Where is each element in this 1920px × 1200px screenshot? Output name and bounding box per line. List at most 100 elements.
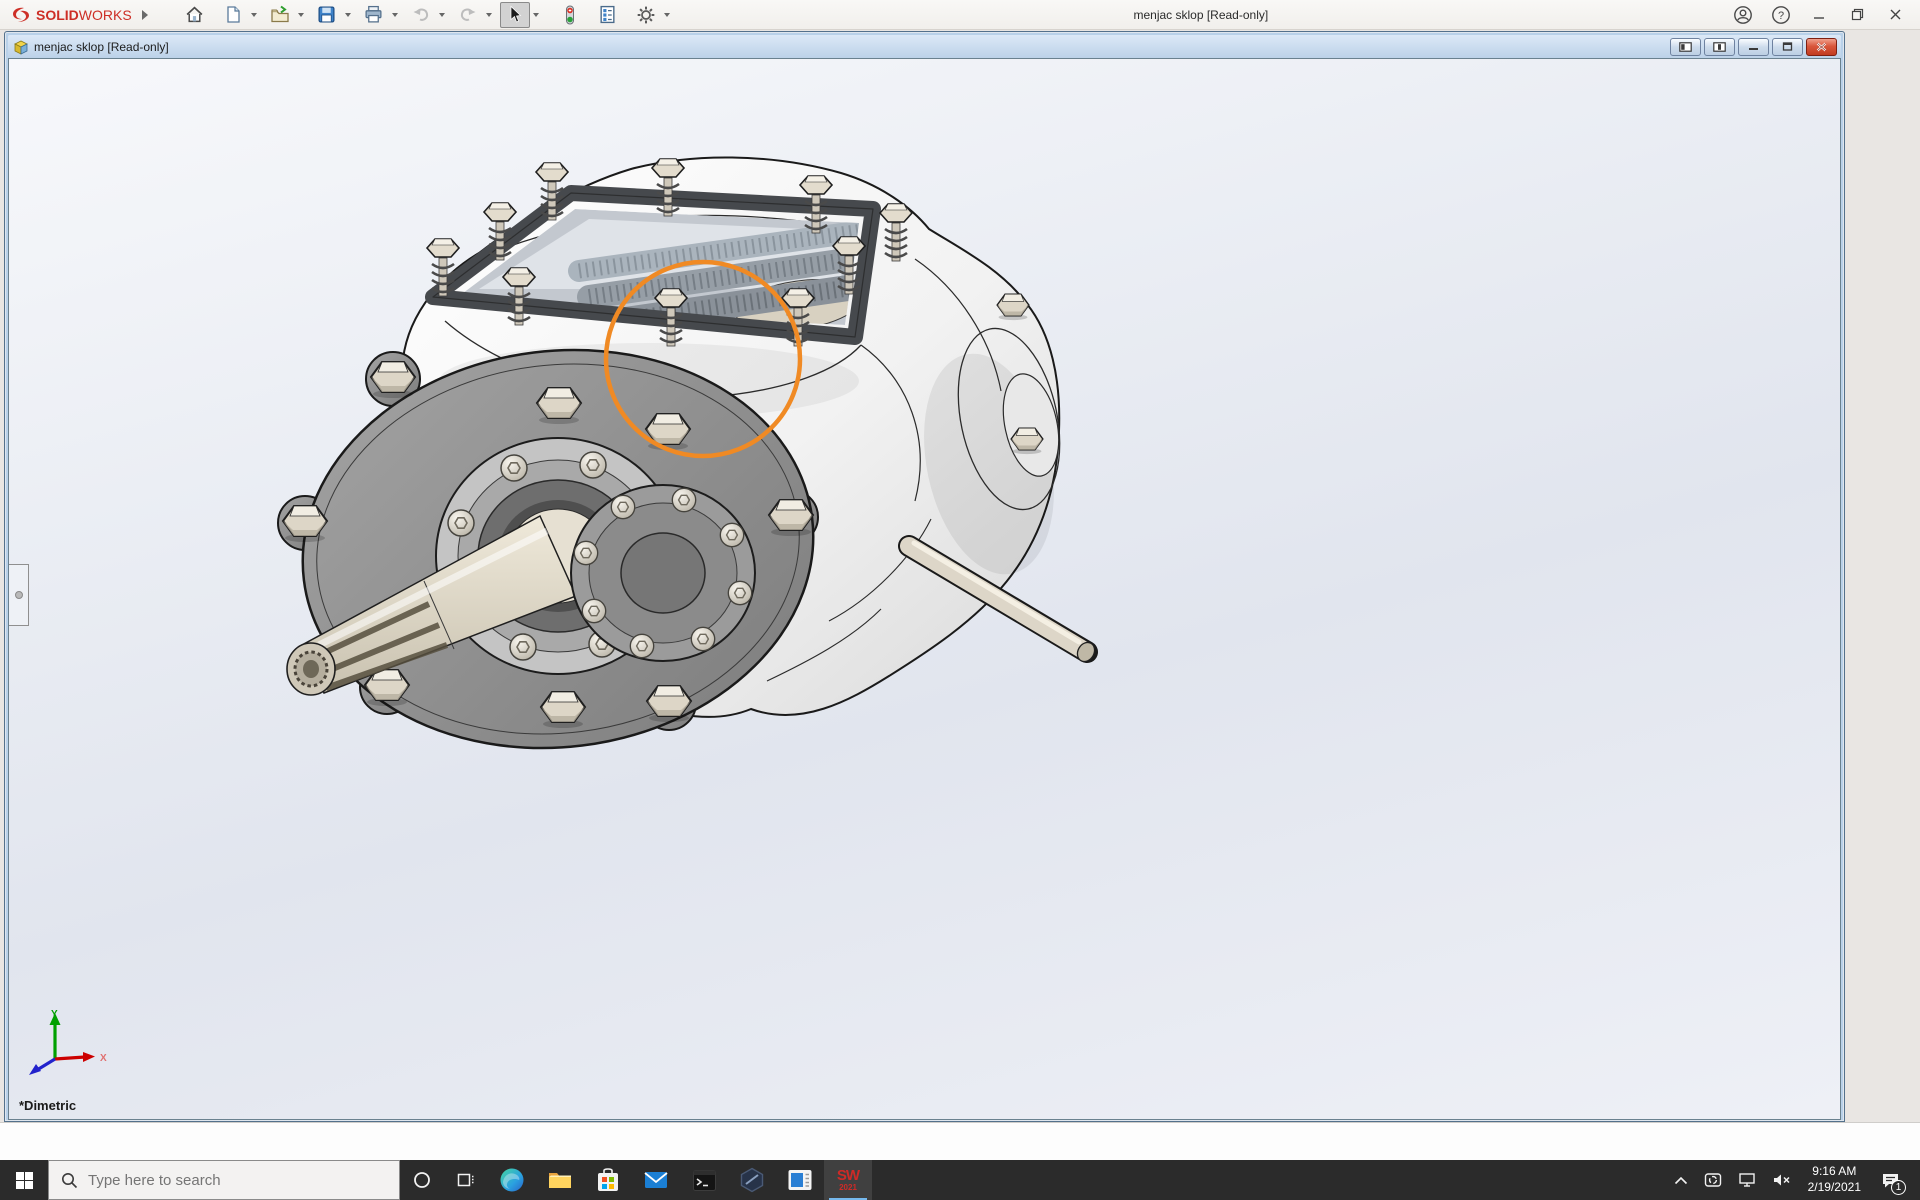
- print-button[interactable]: [359, 2, 389, 28]
- login-account-button[interactable]: [1726, 2, 1760, 28]
- new-document-button[interactable]: [218, 2, 248, 28]
- help-icon: ?: [1771, 5, 1791, 25]
- volume-muted-icon: [1772, 1172, 1791, 1188]
- 3d-model-gearbox-assembly[interactable]: [9, 59, 1841, 1119]
- taskbar-app-hexagon[interactable]: [728, 1160, 776, 1200]
- news-app-icon: [787, 1168, 813, 1192]
- solidworks-application: SOLIDWORKS: [0, 0, 1920, 1200]
- doc-pane-left-button[interactable]: [1670, 38, 1701, 56]
- notification-count-badge: 1: [1891, 1180, 1906, 1195]
- search-input[interactable]: [88, 1172, 358, 1189]
- dassault-systemes-logo-icon: [10, 6, 32, 24]
- cortana-button[interactable]: [400, 1160, 444, 1200]
- flange-bolt[interactable]: [769, 500, 813, 536]
- flange-bolt[interactable]: [537, 388, 581, 424]
- flange-bolt[interactable]: [541, 692, 585, 728]
- home-icon: [185, 5, 204, 24]
- rebuild-button[interactable]: [555, 2, 585, 28]
- taskbar-app-file-explorer[interactable]: [536, 1160, 584, 1200]
- file-explorer-icon: [547, 1167, 573, 1193]
- select-dropdown[interactable]: [533, 13, 539, 17]
- document-title: menjac sklop [Read-only]: [34, 40, 169, 54]
- cortana-icon: [413, 1171, 431, 1189]
- options-button[interactable]: [631, 2, 661, 28]
- taskbar-app-store[interactable]: [584, 1160, 632, 1200]
- flange-bolt[interactable]: [646, 414, 690, 450]
- quick-access-toolbar: [180, 2, 676, 28]
- flange-bolt[interactable]: [647, 686, 691, 722]
- help-button[interactable]: ?: [1764, 2, 1798, 28]
- save-floppy-icon: [317, 5, 336, 24]
- network-button[interactable]: [1731, 1160, 1763, 1200]
- housing-bolt[interactable]: [997, 294, 1029, 320]
- system-tray: 9:16 AM 2/19/2021 1: [1667, 1160, 1920, 1200]
- doc-minimize-button[interactable]: [1738, 38, 1769, 56]
- status-bar: [0, 1122, 1920, 1160]
- close-button[interactable]: [1878, 2, 1912, 28]
- side-bearing-cover[interactable]: [571, 485, 755, 661]
- save-button[interactable]: [312, 2, 342, 28]
- redo-button[interactable]: [453, 2, 483, 28]
- meet-now-icon: [1704, 1172, 1722, 1188]
- start-button[interactable]: [0, 1160, 48, 1200]
- select-cursor-icon: [506, 5, 524, 24]
- doc-restore-button[interactable]: [1772, 38, 1803, 56]
- task-view-button[interactable]: [444, 1160, 488, 1200]
- windows-logo-icon: [16, 1172, 33, 1189]
- options-dropdown[interactable]: [664, 13, 670, 17]
- ethernet-network-icon: [1738, 1172, 1756, 1188]
- hidden-icons-button[interactable]: [1667, 1160, 1695, 1200]
- doc-close-icon: [1816, 42, 1827, 52]
- housing-bolt[interactable]: [1011, 428, 1043, 454]
- command-prompt-icon: [692, 1168, 717, 1193]
- minimize-button[interactable]: [1802, 2, 1836, 28]
- taskbar-app-solidworks[interactable]: SW 2021: [824, 1160, 872, 1200]
- document-window: menjac sklop [Read-only]: [4, 31, 1845, 1122]
- print-dropdown[interactable]: [392, 13, 398, 17]
- meet-now-button[interactable]: [1697, 1160, 1729, 1200]
- restore-button[interactable]: [1840, 2, 1874, 28]
- redo-dropdown[interactable]: [486, 13, 492, 17]
- undo-button[interactable]: [406, 2, 436, 28]
- app-background-area: [1846, 30, 1920, 1160]
- flange-bolt[interactable]: [283, 506, 327, 542]
- gear-icon: [636, 5, 656, 25]
- feature-manager-collapsed-tab[interactable]: [9, 564, 29, 626]
- taskbar-app-mail[interactable]: [632, 1160, 680, 1200]
- volume-button[interactable]: [1765, 1160, 1798, 1200]
- undo-dropdown[interactable]: [439, 13, 445, 17]
- action-center-button[interactable]: 1: [1871, 1160, 1910, 1200]
- file-properties-button[interactable]: [593, 2, 623, 28]
- graphics-viewport[interactable]: Y X *Dimetric: [8, 58, 1841, 1120]
- select-tool-button[interactable]: [500, 2, 530, 28]
- home-button[interactable]: [180, 2, 210, 28]
- rebuild-traffic-light-icon: [563, 5, 577, 25]
- save-dropdown[interactable]: [345, 13, 351, 17]
- panel-expand-handle-icon: [15, 591, 23, 599]
- flange-bolt[interactable]: [371, 362, 415, 398]
- minimize-icon: [1813, 9, 1825, 21]
- orientation-triad: Y X: [23, 1007, 113, 1077]
- taskbar-app-news[interactable]: [776, 1160, 824, 1200]
- taskbar-app-command-prompt[interactable]: [680, 1160, 728, 1200]
- assembly-document-icon: [12, 39, 29, 55]
- mail-icon: [643, 1168, 669, 1192]
- doc-pane-right-button[interactable]: [1704, 38, 1735, 56]
- taskbar-clock[interactable]: 9:16 AM 2/19/2021: [1800, 1164, 1869, 1195]
- doc-close-button[interactable]: [1806, 38, 1837, 56]
- taskbar-app-edge[interactable]: [488, 1160, 536, 1200]
- main-titlebar: SOLIDWORKS: [0, 0, 1920, 30]
- pane-right-icon: [1713, 42, 1726, 52]
- clock-date: 2/19/2021: [1808, 1180, 1861, 1196]
- document-titlebar: menjac sklop [Read-only]: [8, 35, 1841, 58]
- clock-time: 9:16 AM: [1808, 1164, 1861, 1180]
- task-view-icon: [457, 1171, 475, 1189]
- print-icon: [364, 5, 383, 24]
- taskbar-search[interactable]: [48, 1160, 400, 1200]
- new-document-dropdown[interactable]: [251, 13, 257, 17]
- doc-restore-icon: [1782, 42, 1793, 51]
- new-document-icon: [224, 5, 242, 24]
- menu-flyout-arrow-icon[interactable]: [142, 10, 148, 20]
- open-button[interactable]: [265, 2, 295, 28]
- open-dropdown[interactable]: [298, 13, 304, 17]
